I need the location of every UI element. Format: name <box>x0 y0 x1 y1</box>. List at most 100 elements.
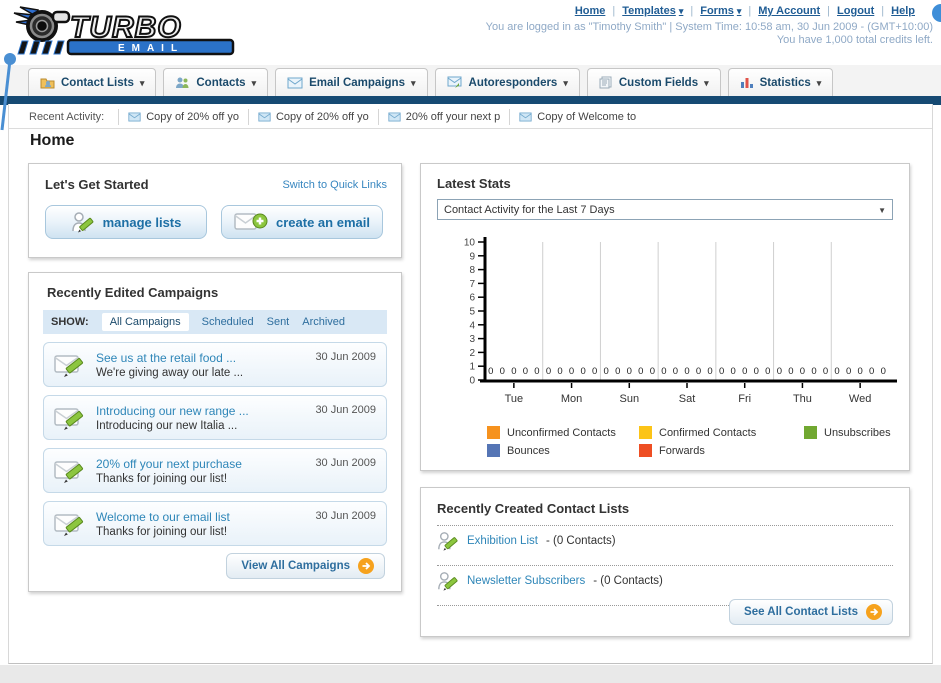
svg-text:0: 0 <box>823 366 828 377</box>
legend-label: Forwards <box>659 444 705 457</box>
svg-text:0: 0 <box>511 366 516 377</box>
svg-text:0: 0 <box>523 366 528 377</box>
campaign-row[interactable]: 20% off your next purchase Thanks for jo… <box>43 448 387 493</box>
tab-contacts[interactable]: Contacts <box>163 68 269 96</box>
chevron-down-icon <box>704 77 709 89</box>
svg-text:0: 0 <box>569 366 574 377</box>
footer-strip <box>0 665 941 683</box>
see-all-contact-lists-button[interactable]: See All Contact Lists <box>729 599 893 625</box>
campaign-date: 30 Jun 2009 <box>315 404 376 416</box>
svg-text:0: 0 <box>731 366 736 377</box>
svg-text:0: 0 <box>857 366 862 377</box>
svg-text:0: 0 <box>696 366 701 377</box>
contact-list-count: - (0 Contacts) <box>593 575 663 587</box>
svg-text:0: 0 <box>557 366 562 377</box>
campaign-title-link[interactable]: 20% off your next purchase <box>96 457 305 471</box>
svg-text:3: 3 <box>469 334 475 345</box>
campaign-title-link[interactable]: Introducing our new range ... <box>96 404 305 418</box>
svg-text:Mon: Mon <box>561 393 582 405</box>
filter-archived[interactable]: Archived <box>302 316 345 328</box>
legend-item: Unsubscribes <box>804 426 941 439</box>
campaign-row[interactable]: See us at the retail food ... We're givi… <box>43 342 387 387</box>
header-link-logout[interactable]: Logout <box>837 5 874 17</box>
filter-sent[interactable]: Sent <box>267 316 290 328</box>
tab-email-campaigns[interactable]: Email Campaigns <box>275 68 428 96</box>
campaign-row[interactable]: Introducing our new range ... Introducin… <box>43 395 387 440</box>
header-link-templates[interactable]: Templates <box>622 5 683 17</box>
svg-text:0: 0 <box>650 366 655 377</box>
main-nav-bar: Contact Lists Contacts Email Campaigns A… <box>0 65 941 96</box>
svg-text:0: 0 <box>580 366 585 377</box>
header-link-help[interactable]: Help <box>891 5 915 17</box>
get-started-panel: Let's Get Started Switch to Quick Links … <box>28 163 402 258</box>
filter-scheduled[interactable]: Scheduled <box>202 316 254 328</box>
contact-list-item[interactable]: Exhibition List - (0 Contacts) <box>437 526 893 556</box>
contact-list-item[interactable]: Newsletter Subscribers - (0 Contacts) <box>437 566 893 596</box>
svg-text:0: 0 <box>765 366 770 377</box>
chevron-down-icon <box>679 5 684 17</box>
switch-quick-links-link[interactable]: Switch to Quick Links <box>282 179 387 191</box>
campaign-date: 30 Jun 2009 <box>315 457 376 469</box>
contact-list-link[interactable]: Newsletter Subscribers <box>467 575 585 587</box>
app-logo: TURBO EMAIL <box>8 4 253 65</box>
svg-text:0: 0 <box>742 366 747 377</box>
arrow-right-circle-icon <box>358 558 374 574</box>
tab-autoresponders[interactable]: Autoresponders <box>434 68 580 96</box>
svg-text:Fri: Fri <box>738 393 751 405</box>
tab-contact-lists[interactable]: Contact Lists <box>28 68 157 96</box>
recent-activity-item[interactable]: Copy of Welcome to <box>509 108 645 125</box>
chevron-down-icon <box>817 77 822 89</box>
bar-chart-icon <box>740 78 753 88</box>
campaign-subtitle: Thanks for joining our list! <box>96 525 228 538</box>
separator <box>690 5 693 17</box>
recent-activity-item[interactable]: Copy of 20% off yo <box>247 108 378 125</box>
svg-text:8: 8 <box>469 265 475 276</box>
page-title: Home <box>30 132 75 149</box>
contact-activity-chart: 012345678910Tue0 0 0 0 0Mon0 0 0 0 0Sun0 0 0 0 0Sat0… <box>464 237 897 405</box>
decorative-pin-icon <box>0 50 22 139</box>
envelope-reply-icon <box>447 76 462 88</box>
campaign-title-link[interactable]: Welcome to our email list <box>96 510 305 524</box>
tab-label: Statistics <box>759 76 811 89</box>
svg-text:0: 0 <box>546 366 551 377</box>
recent-activity-item[interactable]: Copy of 20% off yo <box>118 108 248 125</box>
create-email-button[interactable]: create an email <box>221 205 383 239</box>
svg-text:0: 0 <box>500 366 505 377</box>
svg-text:0: 0 <box>719 366 724 377</box>
corner-dot-icon <box>932 4 941 22</box>
campaign-title-link[interactable]: See us at the retail food ... <box>96 351 305 365</box>
chevron-down-icon <box>140 77 145 89</box>
separator <box>612 5 615 17</box>
header-link-forms[interactable]: Forms <box>700 5 741 17</box>
arrow-right-circle-icon <box>866 604 882 620</box>
tab-statistics[interactable]: Statistics <box>727 68 834 96</box>
recent-activity-bar: Recent Activity: Copy of 20% off yo Copy… <box>9 105 932 129</box>
legend-swatch <box>487 426 500 439</box>
svg-text:5: 5 <box>469 307 475 318</box>
svg-text:0: 0 <box>811 366 816 377</box>
envelope-plus-icon <box>234 213 268 230</box>
svg-text:2: 2 <box>469 348 475 359</box>
contact-lists-panel: Recently Created Contact Lists Exhibitio… <box>420 487 910 637</box>
view-all-campaigns-button[interactable]: View All Campaigns <box>226 553 385 579</box>
manage-lists-button[interactable]: manage lists <box>45 205 207 239</box>
svg-text:0: 0 <box>627 366 632 377</box>
legend-swatch <box>639 444 652 457</box>
svg-text:0: 0 <box>615 366 620 377</box>
legend-swatch <box>639 426 652 439</box>
campaign-date: 30 Jun 2009 <box>315 351 376 363</box>
chevron-down-icon <box>411 77 416 89</box>
tab-custom-fields[interactable]: Custom Fields <box>586 68 721 96</box>
svg-text:10: 10 <box>464 238 476 249</box>
svg-text:Sat: Sat <box>679 393 696 405</box>
person-pencil-icon <box>71 212 93 233</box>
legend-label: Unconfirmed Contacts <box>507 426 616 439</box>
recent-activity-item[interactable]: 20% off your next p <box>377 108 510 125</box>
filter-all-campaigns[interactable]: All Campaigns <box>101 313 189 331</box>
contact-list-link[interactable]: Exhibition List <box>467 535 538 547</box>
header-link-my-account[interactable]: My Account <box>758 5 820 17</box>
campaign-row[interactable]: Welcome to our email list Thanks for joi… <box>43 501 387 546</box>
stats-period-select[interactable]: Contact Activity for the Last 7 Days <box>437 199 893 220</box>
separator <box>881 5 884 17</box>
header-link-home[interactable]: Home <box>575 5 606 17</box>
